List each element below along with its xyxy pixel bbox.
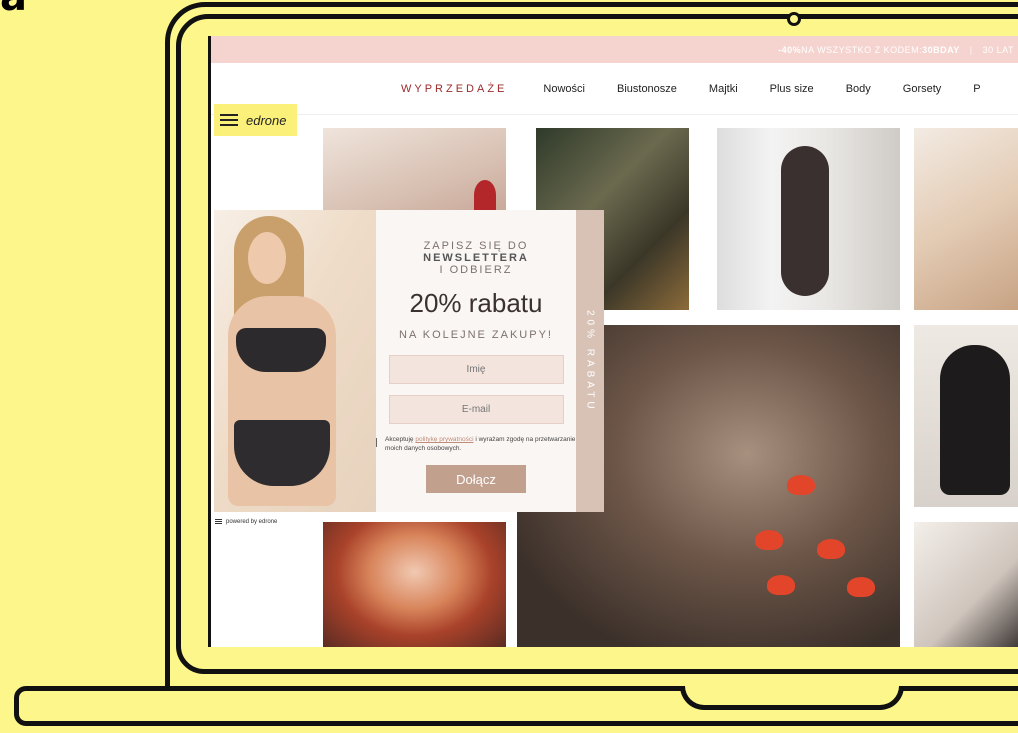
model-brief — [234, 420, 330, 486]
promo-text-after: 30 LAT — [982, 44, 1014, 55]
camera-icon — [787, 12, 801, 26]
name-field[interactable] — [388, 355, 564, 384]
product-photo[interactable] — [914, 128, 1018, 310]
consent-text: Akceptuję politykę prywatności i wyrażam… — [385, 435, 576, 453]
hamburger-icon — [220, 111, 238, 129]
edrone-label: edrone — [246, 112, 287, 128]
discount-side-strip[interactable]: 20% RABATU — [576, 210, 604, 512]
nav-item-corsets[interactable]: Gorsety — [903, 83, 942, 95]
tulip-shape — [787, 475, 815, 495]
powered-by[interactable]: powered by edrone — [215, 518, 277, 525]
nav-item-new[interactable]: Nowości — [543, 83, 585, 95]
consent-row: Akceptuję politykę prywatności i wyrażam… — [368, 435, 576, 453]
laptop-screen: -40% NA WSZYSTKO Z KODEM: 30BDAY | 30 LA… — [208, 36, 1018, 647]
product-photo[interactable] — [914, 325, 1018, 507]
promo-bar[interactable]: -40% NA WSZYSTKO Z KODEM: 30BDAY | 30 LA… — [211, 36, 1018, 63]
nav-item-body[interactable]: Body — [846, 83, 871, 95]
promo-code: 30BDAY — [922, 44, 960, 55]
model-bra — [236, 328, 326, 372]
tulip-shape — [755, 530, 783, 550]
nav-item-bras[interactable]: Biustonosze — [617, 83, 677, 95]
popup-form: ZAPISZ SIĘ DO NEWSLETTERA I ODBIERZ 20% … — [368, 210, 576, 512]
edrone-tab[interactable]: edrone — [214, 104, 297, 136]
join-button[interactable]: Dołącz — [426, 465, 526, 493]
promo-separator: | — [969, 44, 973, 55]
tulip-shape — [817, 539, 845, 559]
newsletter-title-prefix: ZAPISZ SIĘ DO — [423, 240, 529, 252]
powered-by-label: powered by edrone — [226, 518, 278, 525]
tulip-shape — [847, 577, 875, 597]
newsletter-popup: ZAPISZ SIĘ DO NEWSLETTERA I ODBIERZ 20% … — [214, 210, 604, 512]
promo-discount: -40% — [778, 44, 802, 55]
nav-item-sale[interactable]: WYPRZEDAŻE — [401, 83, 507, 95]
consent-prefix: Akceptuję — [385, 436, 416, 443]
corner-text: a — [0, 0, 27, 20]
model-face — [248, 232, 286, 284]
product-photo[interactable] — [323, 128, 506, 210]
newsletter-title: ZAPISZ SIĘ DO NEWSLETTERA I ODBIERZ — [376, 240, 576, 276]
discount-subtitle: NA KOLEJNE ZAKUPY! — [399, 329, 553, 341]
nav-item-panties[interactable]: Majtki — [709, 83, 738, 95]
nav-item-more[interactable]: P — [973, 83, 980, 95]
popup-model-image — [214, 210, 376, 512]
tulip-shape — [767, 575, 795, 595]
promo-text: NA WSZYSTKO Z KODEM: — [801, 44, 923, 55]
newsletter-title-line2: I ODBIERZ — [439, 264, 513, 276]
main-nav: WYPRZEDAŻE Nowości Biustonosze Majtki Pl… — [211, 63, 1018, 115]
laptop-notch — [680, 686, 904, 710]
product-photo[interactable] — [914, 522, 1018, 647]
newsletter-title-bold: NEWSLETTERA — [423, 252, 529, 264]
menu-icon — [215, 518, 222, 525]
discount-headline: 20% rabatu — [409, 288, 543, 318]
privacy-policy-link[interactable]: politykę prywatności — [415, 436, 473, 443]
nav-item-plus-size[interactable]: Plus size — [770, 83, 814, 95]
product-photo[interactable] — [717, 128, 900, 310]
product-photo[interactable] — [323, 522, 506, 647]
email-field[interactable] — [388, 395, 564, 424]
